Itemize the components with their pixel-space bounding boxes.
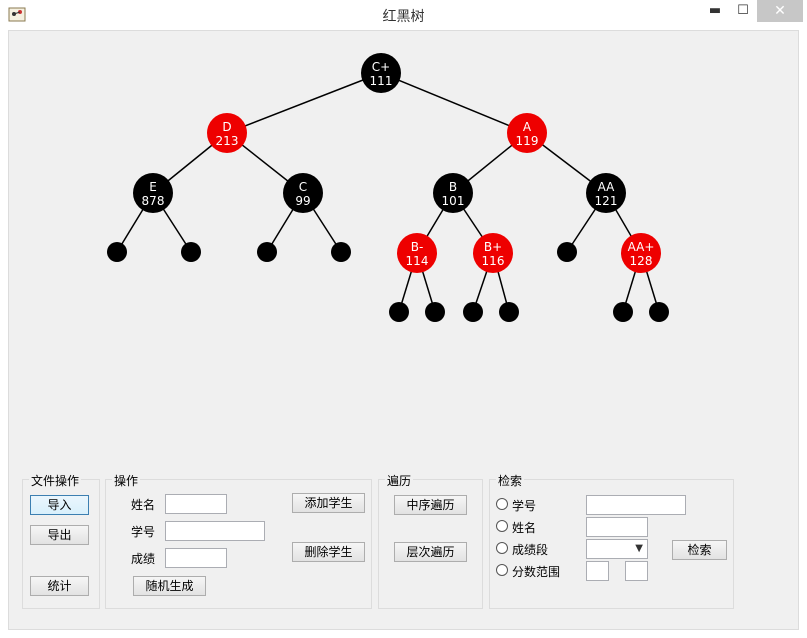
red-black-tree-canvas: C+111D213A119E878C99B101AA121B-114B+116A… [107, 53, 669, 322]
delete-student-button[interactable]: 删除学生 [292, 542, 365, 562]
search-by-name-label: 姓名 [512, 521, 537, 535]
file-ops-group: 文件操作 导入 导出 统计 [22, 472, 100, 609]
traverse-group: 遍历 中序遍历 层次遍历 [378, 472, 483, 609]
tree-node-b: B101 [433, 173, 473, 213]
tree-node-value: 213 [216, 134, 239, 148]
tree-node-value: 114 [406, 254, 429, 268]
score-label: 成绩 [131, 552, 156, 566]
tree-node-name: A [523, 120, 532, 134]
tree-node-name: D [222, 120, 231, 134]
search-id-field[interactable] [586, 495, 686, 515]
inorder-traverse-button[interactable]: 中序遍历 [394, 495, 467, 515]
search-by-segment-radio[interactable] [496, 542, 508, 554]
close-button[interactable]: ✕ [757, 0, 803, 22]
ops-group: 操作 姓名 学号 成绩 添加学生 删除学生 随机生成 [105, 472, 372, 609]
range-to-field[interactable] [625, 561, 648, 581]
search-by-segment-label: 成绩段 [512, 543, 549, 557]
search-group: 检索 学号 姓名 成绩段 ▼ 分数范围 检索 [489, 472, 734, 609]
search-by-name-radio[interactable] [496, 520, 508, 532]
tree-node-name: E [149, 180, 157, 194]
tree-node-value: 121 [595, 194, 618, 208]
random-generate-button[interactable]: 随机生成 [133, 576, 206, 596]
tree-node-name: AA+ [628, 240, 655, 254]
chevron-down-icon: ▼ [635, 543, 643, 554]
tree-node-value: 878 [142, 194, 165, 208]
tree-node-name: B- [411, 240, 424, 254]
tree-node-value: 99 [295, 194, 310, 208]
nil-leaf-node [257, 242, 277, 262]
nil-leaf-node [649, 302, 669, 322]
export-button[interactable]: 导出 [30, 525, 89, 545]
client-area: C+ 111 D 213 A 119 E 878 C 99 B 101 AA 121 B- 114 B+ 116 A… [8, 30, 799, 630]
tree-node-name: B [449, 180, 457, 194]
tree-node-value: 116 [482, 254, 505, 268]
name-field[interactable] [165, 494, 227, 514]
nil-leaf-node [425, 302, 445, 322]
window-title: 红黑树 [382, 9, 425, 25]
search-by-range-label: 分数范围 [512, 565, 561, 579]
tree-node-a: A119 [507, 113, 547, 153]
traverse-title: 遍历 [385, 472, 414, 489]
tree-node-value: 119 [516, 134, 539, 148]
tree-node-aaplus: AA+128 [621, 233, 661, 273]
tree-node-cplus: C+111 [361, 53, 401, 93]
nil-leaf-node [557, 242, 577, 262]
tree-node-value: 128 [630, 254, 653, 268]
id-field[interactable] [165, 521, 265, 541]
nil-leaf-node [613, 302, 633, 322]
tree-node-aa: AA121 [586, 173, 626, 213]
nil-leaf-node [181, 242, 201, 262]
range-from-field[interactable] [586, 561, 609, 581]
ops-title: 操作 [112, 472, 141, 489]
search-by-id-radio[interactable] [496, 498, 508, 510]
search-name-field[interactable] [586, 517, 648, 537]
add-student-button[interactable]: 添加学生 [292, 493, 365, 513]
nil-leaf-node [331, 242, 351, 262]
file-ops-title: 文件操作 [29, 472, 82, 489]
title-bar: 红黑树 ▬ ☐ ✕ [0, 0, 807, 30]
tree-node-name: C [299, 180, 307, 194]
score-segment-dropdown[interactable]: ▼ [586, 539, 648, 559]
tree-node-e: E878 [133, 173, 173, 213]
score-field[interactable] [165, 548, 227, 568]
name-label: 姓名 [131, 498, 156, 512]
tree-edge [380, 72, 528, 134]
id-label: 学号 [131, 525, 156, 539]
tree-node-bminus: B-114 [397, 233, 437, 273]
nil-leaf-node [389, 302, 409, 322]
minimize-button[interactable]: ▬ [700, 0, 730, 22]
tree-node-bplus: B+116 [473, 233, 513, 273]
levelorder-traverse-button[interactable]: 层次遍历 [394, 542, 467, 562]
tree-node-name: B+ [484, 240, 502, 254]
tree-edge [226, 72, 382, 134]
search-title: 检索 [496, 472, 525, 489]
maximize-button[interactable]: ☐ [728, 0, 758, 22]
import-button[interactable]: 导入 [30, 495, 89, 515]
nil-leaf-node [499, 302, 519, 322]
tree-node-c: C99 [283, 173, 323, 213]
nil-leaf-node [463, 302, 483, 322]
search-by-id-label: 学号 [512, 499, 537, 513]
nil-leaf-node [107, 242, 127, 262]
stats-button[interactable]: 统计 [30, 576, 89, 596]
tree-node-value: 111 [370, 74, 393, 88]
tree-node-value: 101 [442, 194, 465, 208]
tree-node-name: AA [598, 180, 616, 194]
search-button[interactable]: 检索 [672, 540, 727, 560]
tree-node-d: D213 [207, 113, 247, 153]
search-by-range-radio[interactable] [496, 564, 508, 576]
tree-node-name: C+ [372, 60, 390, 74]
